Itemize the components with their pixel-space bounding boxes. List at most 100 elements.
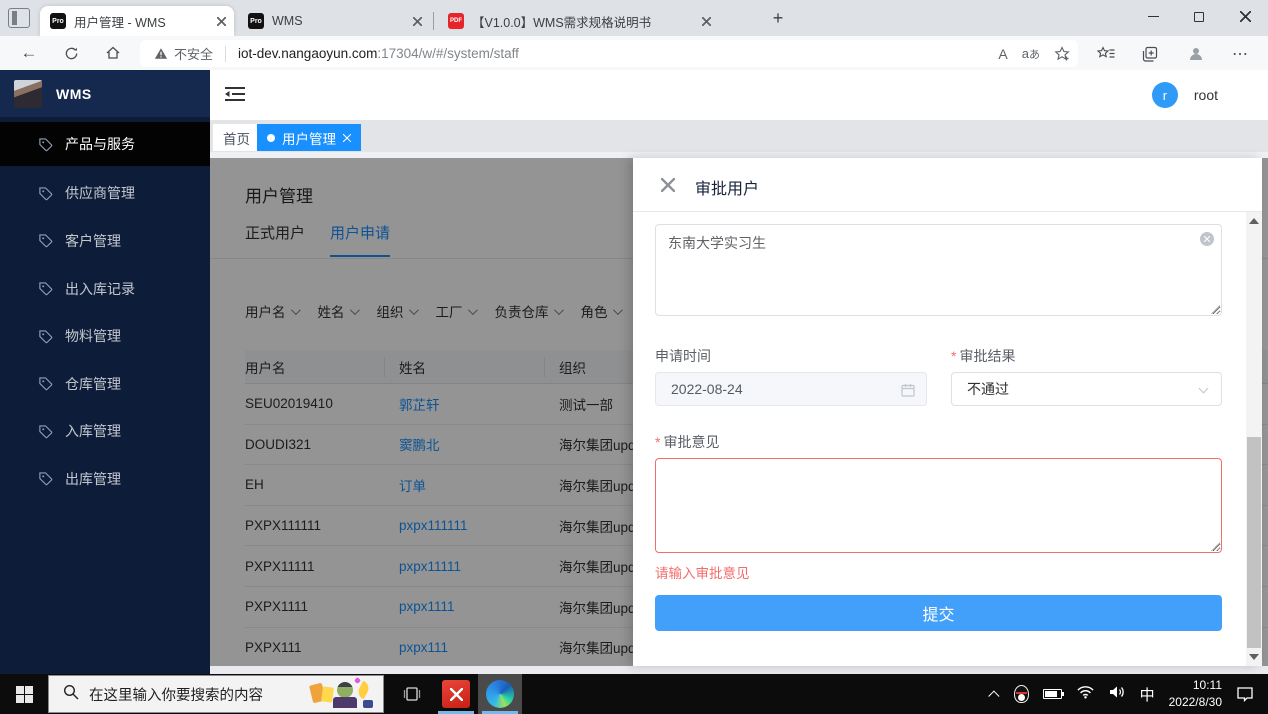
page-tab-close-icon[interactable]: [343, 134, 351, 142]
url-field[interactable]: 不安全 iot-dev.nangaoyun.com:17304/w/#/syst…: [140, 40, 1078, 67]
new-tab-button[interactable]: +: [766, 7, 790, 31]
window-minimize-button[interactable]: [1130, 0, 1176, 33]
tab-favicon-pdf: PDF: [448, 13, 464, 29]
read-aloud-icon[interactable]: A: [998, 46, 1007, 62]
window-maximize-button[interactable]: [1176, 0, 1222, 33]
approve-user-drawer: 审批用户 申请时间 *审批结果 2022-08-24 不通过 *审批意见 请输入…: [633, 158, 1262, 666]
sidebar-item-label: 客户管理: [65, 231, 121, 251]
window-close-button[interactable]: [1222, 0, 1268, 33]
page-tab-active[interactable]: 用户管理: [257, 124, 361, 151]
tab-title: 用户管理 - WMS: [74, 12, 207, 31]
ime-indicator[interactable]: 中: [1140, 684, 1155, 705]
tag-icon: [38, 424, 53, 439]
redx-app-icon[interactable]: [434, 674, 478, 714]
description-textarea[interactable]: [655, 224, 1222, 316]
sidebar-item[interactable]: 出入库记录: [0, 265, 210, 313]
tab-title: WMS: [272, 14, 403, 28]
drawer-scrollbar[interactable]: [1246, 212, 1262, 666]
browser-tab[interactable]: PDF 【V1.0.0】WMS需求规格说明书: [438, 6, 756, 36]
clear-input-icon[interactable]: [1200, 232, 1214, 246]
sidebar-item[interactable]: 产品与服务: [0, 122, 210, 166]
active-dot-icon: [267, 134, 275, 142]
sidebar-item[interactable]: 客户管理: [0, 217, 210, 265]
screen: Pro 用户管理 - WMS Pro WMS PDF 【V1.0.0】WMS需求…: [0, 0, 1268, 714]
url-text: iot-dev.nangaoyun.com:17304/w/#/system/s…: [238, 46, 519, 61]
tab-close-icon[interactable]: [217, 17, 226, 26]
submit-button[interactable]: 提交: [655, 595, 1222, 631]
apply-time-value: 2022-08-24: [671, 381, 743, 397]
windows-taskbar: 在这里输入你要搜索的内容: [0, 674, 1268, 714]
add-favorite-icon[interactable]: [1054, 46, 1070, 62]
apply-time-input[interactable]: 2022-08-24: [655, 372, 927, 406]
search-highlight-sticker[interactable]: [309, 678, 379, 711]
sidebar-item[interactable]: 入库管理: [0, 408, 210, 456]
clock-date: 2022/8/30: [1169, 694, 1222, 711]
required-asterisk: *: [655, 434, 660, 450]
start-button[interactable]: [0, 674, 48, 714]
tab-close-icon[interactable]: [413, 17, 422, 26]
textarea-resize-handle[interactable]: [1210, 304, 1220, 314]
collections-icon[interactable]: [1136, 41, 1164, 67]
task-view-icon[interactable]: [390, 674, 434, 714]
refresh-icon[interactable]: [56, 39, 86, 67]
sidebar-item-label: 出入库记录: [65, 279, 135, 299]
tab-close-icon[interactable]: [702, 17, 711, 26]
back-icon[interactable]: ←: [14, 39, 44, 67]
sidebar-item[interactable]: 供应商管理: [0, 170, 210, 218]
sidebar-item-label: 物料管理: [65, 326, 121, 346]
windows-logo-icon: [16, 686, 33, 703]
sidebar: WMS 产品与服务 供应商管理 客户管理: [0, 70, 210, 674]
tray-clock[interactable]: 10:11 2022/8/30: [1169, 677, 1222, 711]
warning-icon: [154, 47, 168, 60]
browser-menu-icon[interactable]: ⋯: [1226, 41, 1254, 67]
wifi-icon[interactable]: [1076, 685, 1095, 704]
hidden-icons-chevron[interactable]: [988, 690, 999, 701]
drawer-title: 审批用户: [695, 175, 759, 199]
sidebar-logo: WMS: [0, 70, 210, 117]
sidebar-item[interactable]: 仓库管理: [0, 360, 210, 408]
clock-time: 10:11: [1169, 677, 1222, 694]
scroll-down-icon[interactable]: [1249, 654, 1259, 660]
security-warning[interactable]: 不安全: [154, 44, 213, 63]
validation-error: 请输入审批意见: [655, 562, 750, 582]
volume-icon[interactable]: [1109, 685, 1126, 704]
page-tab-strip: 首页 用户管理: [210, 120, 1268, 152]
result-select[interactable]: 不通过: [951, 372, 1222, 406]
scrollbar-thumb[interactable]: [1247, 437, 1261, 648]
tag-icon: [38, 471, 53, 486]
page-tab-home[interactable]: 首页: [213, 124, 260, 151]
tab-actions-icon[interactable]: [8, 8, 30, 28]
collapse-menu-icon[interactable]: [224, 84, 246, 109]
header-user[interactable]: r root: [1152, 82, 1218, 108]
calendar-icon: [901, 383, 915, 400]
qq-tray-icon[interactable]: [1014, 685, 1029, 703]
drawer-header: 审批用户: [633, 158, 1262, 212]
sidebar-item-label: 产品与服务: [65, 134, 135, 154]
drawer-close-icon[interactable]: [661, 178, 675, 192]
browser-tab[interactable]: Pro WMS: [238, 6, 430, 36]
translate-icon[interactable]: aあ: [1022, 46, 1040, 62]
opinion-textarea[interactable]: [655, 458, 1222, 553]
home-icon[interactable]: [98, 39, 128, 67]
favorites-hub-icon[interactable]: [1092, 41, 1120, 67]
browser-profile-icon[interactable]: [1182, 41, 1210, 67]
textarea-resize-handle[interactable]: [1210, 541, 1220, 551]
sidebar-item[interactable]: 出库管理: [0, 455, 210, 503]
tab-favicon-pro: Pro: [248, 13, 264, 29]
user-avatar[interactable]: r: [1152, 82, 1178, 108]
battery-icon[interactable]: [1043, 689, 1062, 699]
taskbar-search-box[interactable]: 在这里输入你要搜索的内容: [48, 675, 384, 713]
tab-separator: [433, 12, 434, 30]
notification-center-icon[interactable]: [1236, 686, 1254, 702]
result-value: 不通过: [967, 379, 1009, 399]
logo-avatar: [14, 80, 42, 108]
chevron-down-icon: [1199, 384, 1209, 394]
content-bottom-strip: [210, 666, 1268, 674]
edge-browser-icon[interactable]: [478, 674, 522, 714]
sidebar-item[interactable]: 物料管理: [0, 312, 210, 360]
browser-tab[interactable]: Pro 用户管理 - WMS: [40, 6, 234, 36]
tag-icon: [38, 376, 53, 391]
search-placeholder: 在这里输入你要搜索的内容: [89, 684, 263, 705]
sidebar-item-label: 供应商管理: [65, 183, 135, 203]
scroll-up-icon[interactable]: [1249, 218, 1259, 224]
